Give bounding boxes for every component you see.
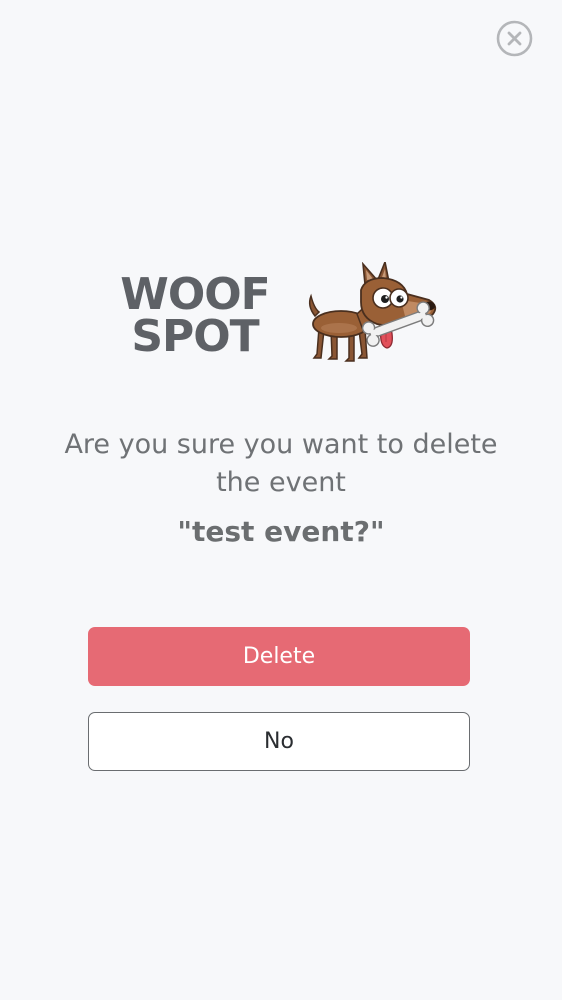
close-button[interactable]: [496, 20, 533, 57]
logo-line-spot: SPOT: [131, 311, 259, 362]
logo-wordmark: WOOF SPOT: [110, 269, 280, 362]
no-button[interactable]: No: [88, 712, 470, 771]
delete-button[interactable]: Delete: [88, 627, 470, 686]
logo-line-woof: WOOF: [120, 269, 270, 320]
event-name: "test event?": [177, 515, 385, 548]
woof-spot-logo: WOOF SPOT: [110, 262, 445, 366]
dog-mascot-icon: [308, 262, 437, 362]
delete-confirmation-question: Are you sure you want to delete the even…: [64, 429, 498, 498]
close-icon: [496, 20, 533, 57]
